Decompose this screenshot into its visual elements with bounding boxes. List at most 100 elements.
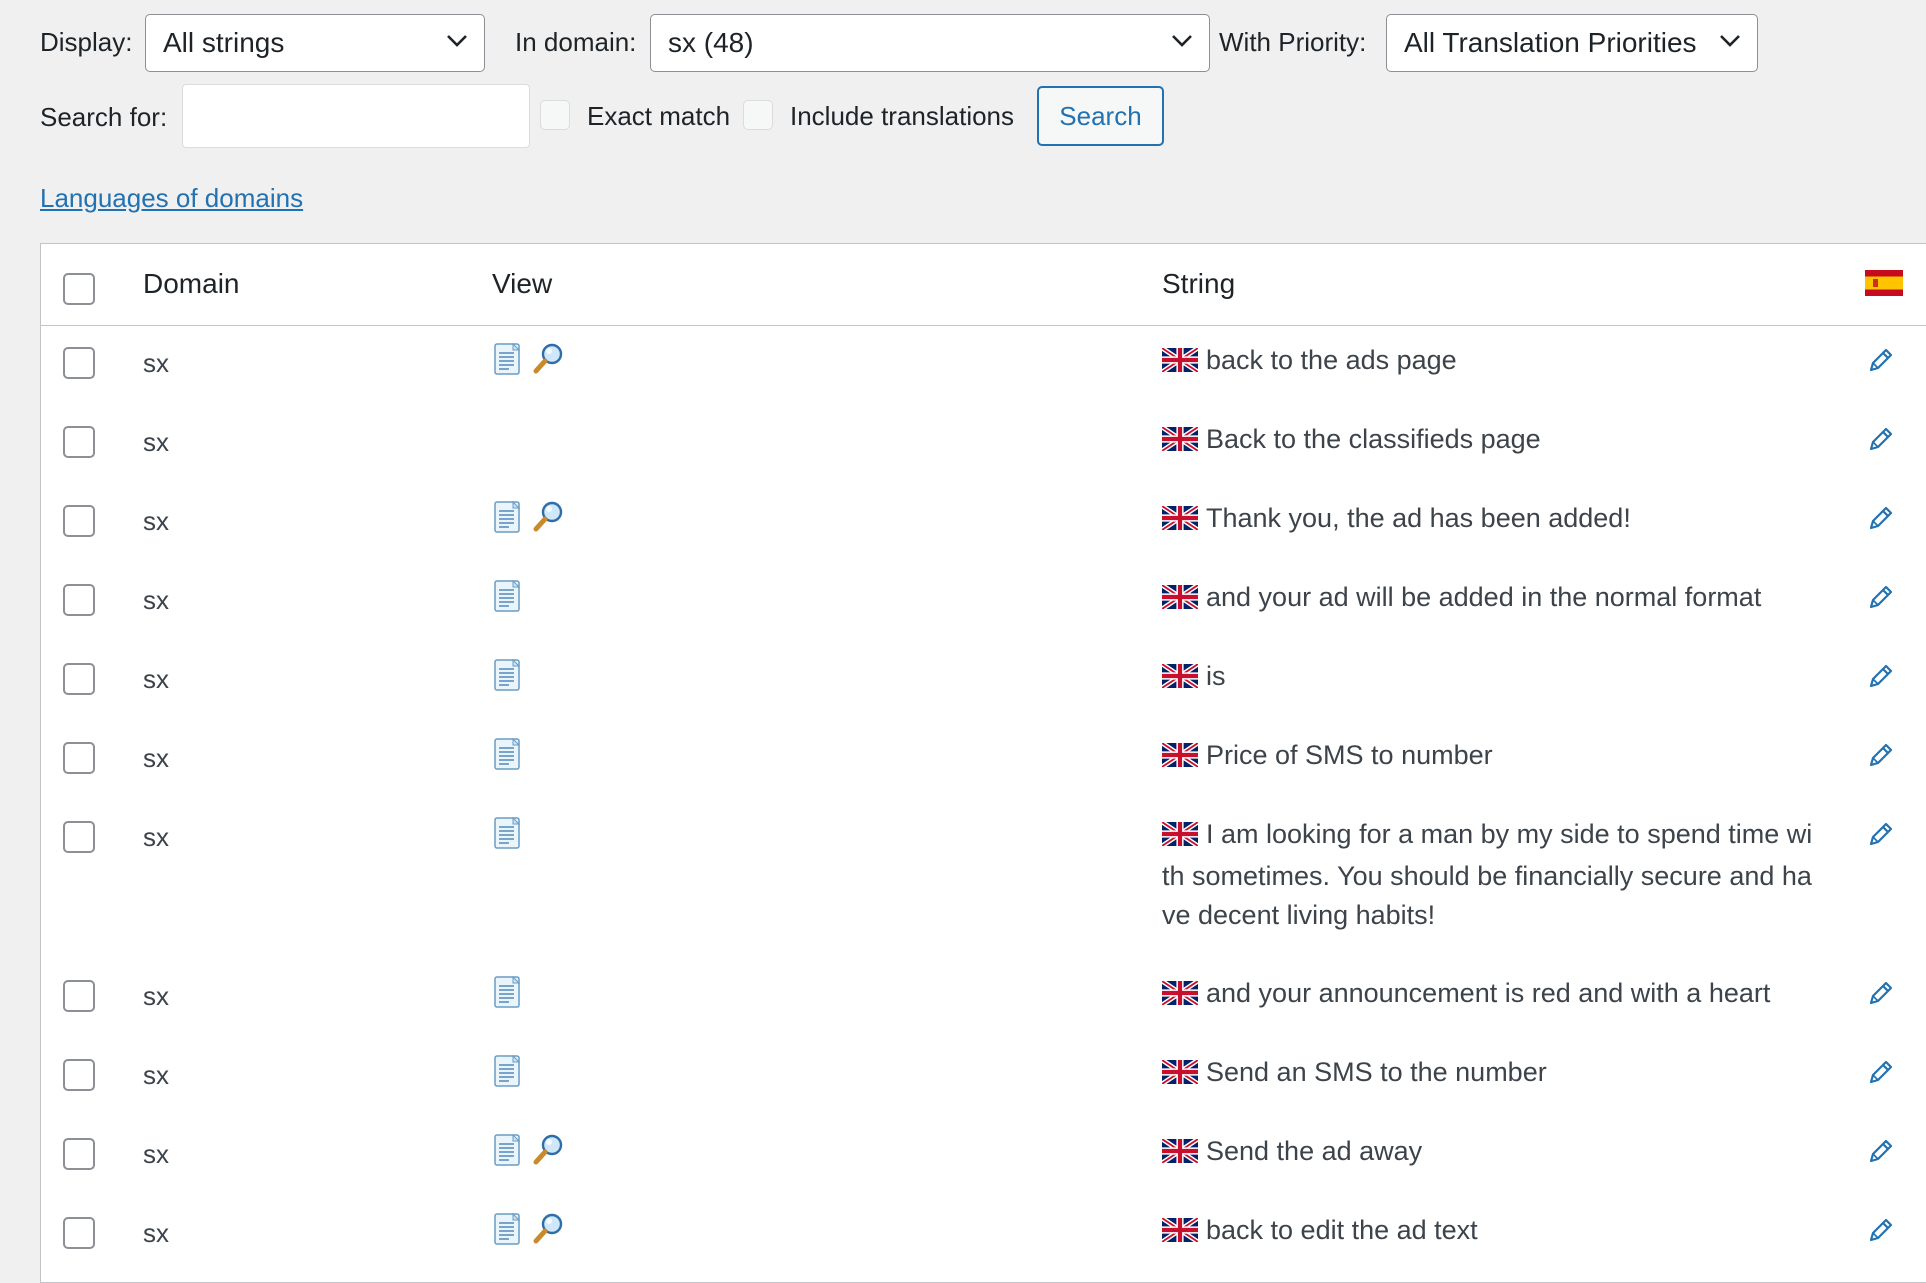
row-string: and your ad will be added in the normal … [1160, 578, 1842, 620]
table-row: sx and your announcement is red and with … [41, 958, 1926, 1037]
row-string-text: Send the ad away [1206, 1136, 1423, 1166]
languages-of-domains-link[interactable]: Languages of domains [40, 183, 303, 214]
row-domain: sx [143, 427, 169, 457]
priority-select[interactable]: All Translation Priorities [1386, 14, 1758, 72]
row-domain: sx [143, 1139, 169, 1169]
magnifier-icon[interactable] [533, 1133, 565, 1172]
document-icon[interactable] [493, 1212, 521, 1251]
row-string-text: back to the ads page [1206, 345, 1457, 375]
row-string-text: and your ad will be added in the normal … [1206, 582, 1762, 612]
pencil-icon[interactable] [1866, 345, 1896, 380]
row-string: Price of SMS to number [1160, 736, 1842, 778]
row-string-text: Thank you, the ad has been added! [1206, 503, 1631, 533]
document-icon[interactable] [493, 579, 521, 618]
magnifier-icon[interactable] [533, 342, 565, 381]
uk-flag-icon [1160, 660, 1200, 699]
include-translations-label: Include translations [790, 101, 1015, 131]
search-button[interactable]: Search [1037, 86, 1164, 146]
priority-select-value: All Translation Priorities [1404, 27, 1697, 58]
row-string: Thank you, the ad has been added! [1160, 499, 1842, 541]
table-row: sx Send an SMS to the number [41, 1037, 1926, 1116]
table-header: Domain View String [41, 244, 1926, 326]
row-checkbox[interactable] [63, 1217, 95, 1249]
row-checkbox[interactable] [63, 1138, 95, 1170]
uk-flag-icon [1160, 977, 1200, 1016]
magnifier-icon[interactable] [533, 500, 565, 539]
row-domain: sx [143, 664, 169, 694]
row-string-text: Back to the classifieds page [1206, 424, 1541, 454]
uk-flag-icon [1160, 1135, 1200, 1174]
chevron-down-icon [1720, 35, 1740, 47]
row-string: and your announcement is red and with a … [1160, 974, 1842, 1016]
row-string: back to the ads page [1160, 341, 1842, 383]
row-view-icons [493, 816, 521, 855]
domain-label: In domain: [515, 27, 637, 57]
domain-select[interactable]: sx (48) [650, 14, 1210, 72]
search-input[interactable] [182, 84, 530, 148]
pencil-icon[interactable] [1866, 503, 1896, 538]
row-checkbox[interactable] [63, 980, 95, 1012]
document-icon[interactable] [493, 816, 521, 855]
pencil-icon[interactable] [1866, 661, 1896, 696]
row-string-text: is [1206, 661, 1226, 691]
pencil-icon[interactable] [1866, 1215, 1896, 1250]
column-header-string[interactable]: String [1162, 268, 1235, 300]
row-checkbox[interactable] [63, 584, 95, 616]
row-string: Send an SMS to the number [1160, 1053, 1842, 1095]
row-view-icons [493, 1133, 565, 1172]
row-domain: sx [143, 743, 169, 773]
table-row: sx is [41, 641, 1926, 720]
row-string-text: and your announcement is red and with a … [1206, 978, 1771, 1008]
row-view-icons [493, 579, 521, 618]
row-checkbox[interactable] [63, 663, 95, 695]
row-view-icons [493, 737, 521, 776]
uk-flag-icon [1160, 581, 1200, 620]
table-row: sx and your ad will be added in the norma… [41, 562, 1926, 641]
row-checkbox[interactable] [63, 821, 95, 853]
display-select[interactable]: All strings [145, 14, 485, 72]
pencil-icon[interactable] [1866, 1057, 1896, 1092]
display-select-value: All strings [163, 27, 285, 58]
pencil-icon[interactable] [1866, 582, 1896, 617]
row-domain: sx [143, 348, 169, 378]
row-view-icons [493, 500, 565, 539]
row-checkbox[interactable] [63, 505, 95, 537]
pencil-icon[interactable] [1866, 424, 1896, 459]
row-string-text: Price of SMS to number [1206, 740, 1493, 770]
magnifier-icon[interactable] [533, 1212, 565, 1251]
document-icon[interactable] [493, 658, 521, 697]
row-checkbox[interactable] [63, 347, 95, 379]
row-checkbox[interactable] [63, 1059, 95, 1091]
pencil-icon[interactable] [1866, 978, 1896, 1013]
include-translations-checkbox[interactable] [743, 100, 773, 130]
exact-match-checkbox[interactable] [540, 100, 570, 130]
pencil-icon[interactable] [1866, 1136, 1896, 1171]
document-icon[interactable] [493, 1054, 521, 1093]
row-checkbox[interactable] [63, 742, 95, 774]
pencil-icon[interactable] [1866, 819, 1896, 854]
exact-match-label: Exact match [587, 101, 731, 131]
table-row: sx back to the ads page [41, 325, 1926, 404]
row-view-icons [493, 1054, 521, 1093]
row-checkbox[interactable] [63, 426, 95, 458]
document-icon[interactable] [493, 1133, 521, 1172]
uk-flag-icon [1160, 1056, 1200, 1095]
table-row: sx back to edit the ad text [41, 1195, 1926, 1274]
row-domain: sx [143, 981, 169, 1011]
uk-flag-icon [1160, 344, 1200, 383]
document-icon[interactable] [493, 737, 521, 776]
row-string: Back to the classifieds page [1160, 420, 1842, 462]
row-string: Send the ad away [1160, 1132, 1842, 1174]
row-view-icons [493, 658, 521, 697]
row-domain: sx [143, 506, 169, 536]
table-row: sx Send the ad away [41, 1116, 1926, 1195]
document-icon[interactable] [493, 975, 521, 1014]
search-label: Search for: [40, 102, 168, 132]
document-icon[interactable] [493, 500, 521, 539]
uk-flag-icon [1160, 739, 1200, 778]
select-all-checkbox[interactable] [63, 273, 95, 305]
row-domain: sx [143, 585, 169, 615]
pencil-icon[interactable] [1866, 740, 1896, 775]
document-icon[interactable] [493, 342, 521, 381]
column-header-domain[interactable]: Domain [143, 268, 239, 300]
